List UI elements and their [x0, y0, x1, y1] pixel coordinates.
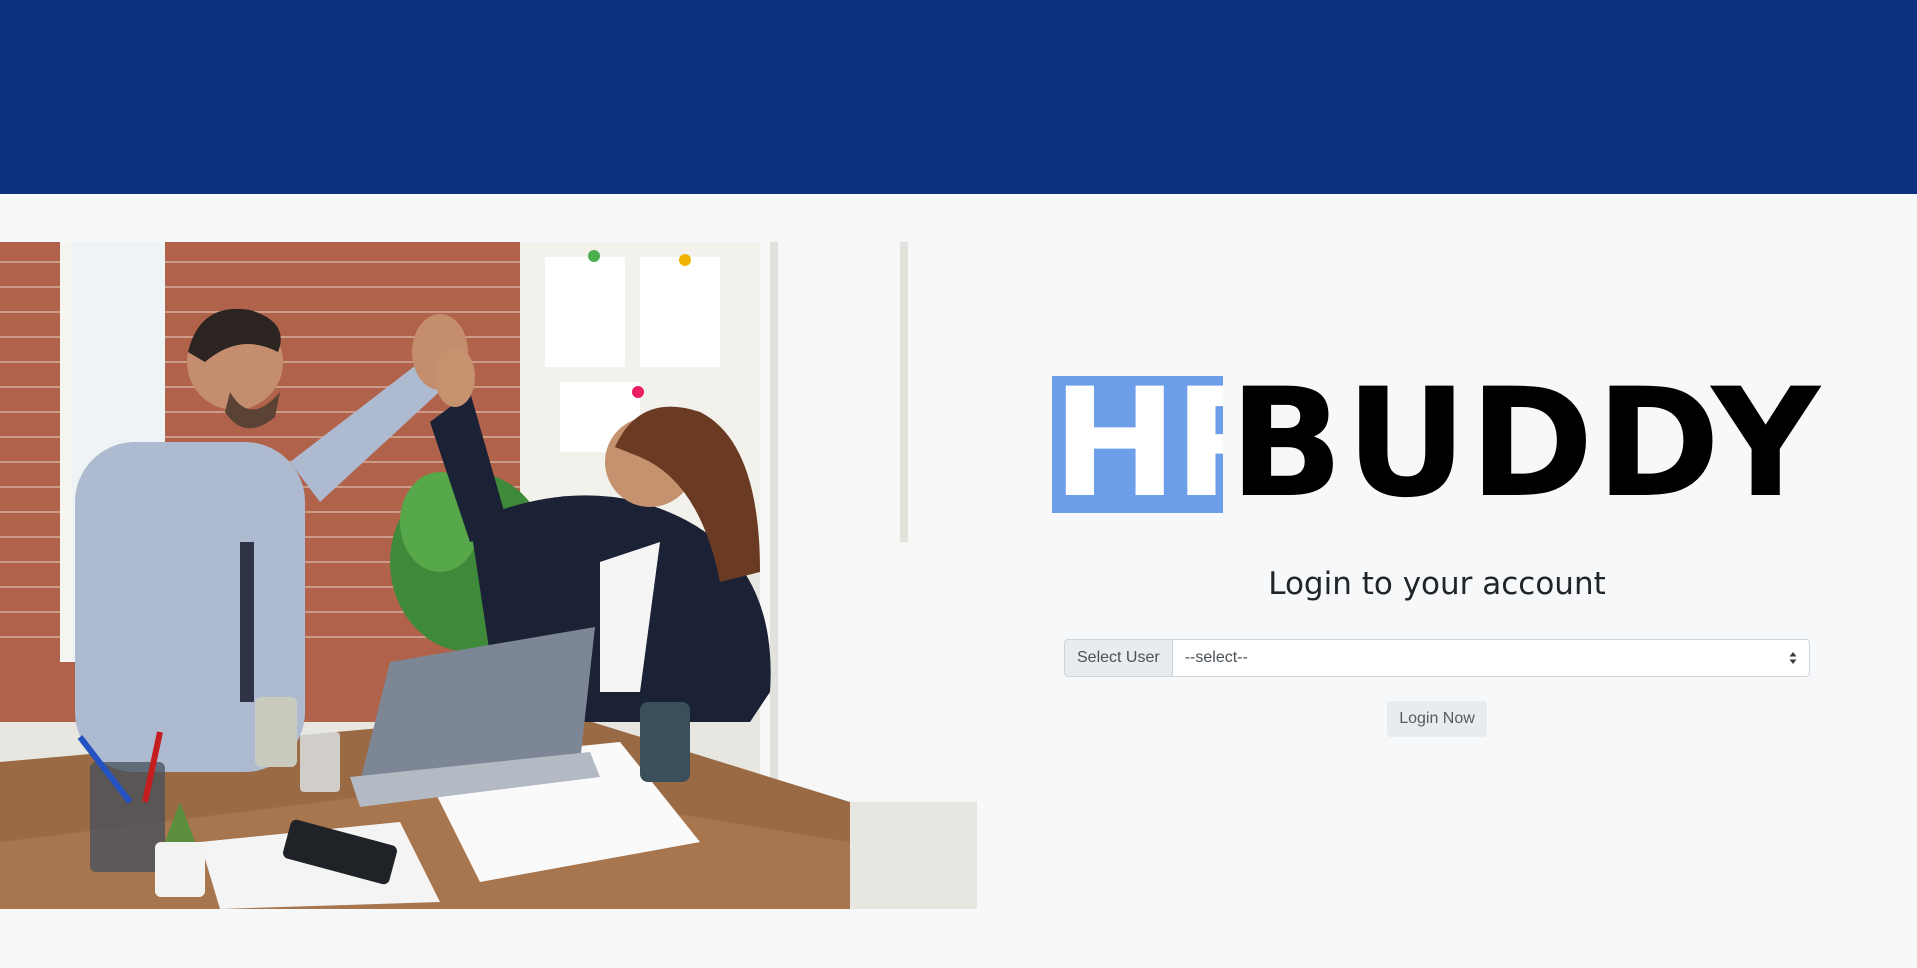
hero-office-photo	[0, 242, 977, 909]
logo-hr-block: HR	[1052, 376, 1224, 513]
select-user-group: Select User --select--	[1064, 639, 1810, 677]
logo-buddy-text: BUDDY	[1229, 357, 1822, 531]
top-header-bar	[0, 0, 1917, 194]
login-now-button[interactable]: Login Now	[1387, 701, 1487, 737]
chevron-updown-icon	[1789, 652, 1797, 664]
hrbuddy-logo: HR BUDDY	[1052, 357, 1822, 531]
user-select-value: --select--	[1184, 649, 1248, 666]
select-user-label: Select User	[1064, 639, 1172, 677]
user-select-dropdown[interactable]: --select--	[1171, 639, 1810, 677]
login-heading: Login to your account	[1268, 566, 1606, 602]
